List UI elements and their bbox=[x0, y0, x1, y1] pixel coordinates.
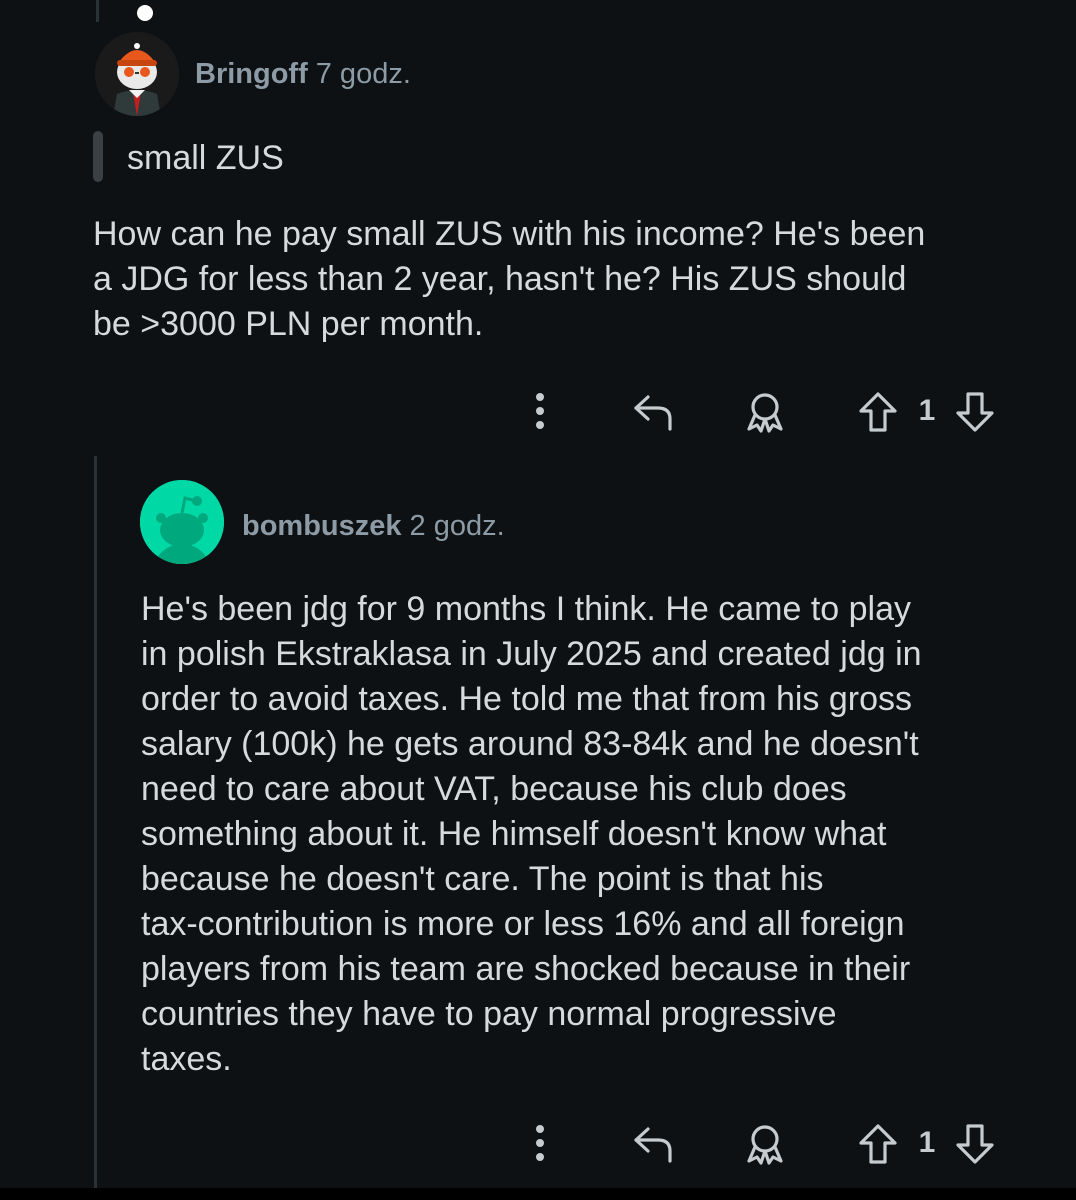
more-options-icon[interactable] bbox=[522, 1122, 558, 1164]
more-options-icon[interactable] bbox=[522, 390, 558, 432]
reply-body-line: need to care about VAT, because his club… bbox=[141, 770, 847, 808]
reply-body-line: salary (100k) he gets around 83-84k and … bbox=[141, 725, 919, 763]
reply-meta: bombuszek 2 godz. bbox=[242, 508, 505, 544]
timestamp: 7 godz. bbox=[315, 58, 411, 90]
upvote-icon[interactable] bbox=[855, 390, 901, 434]
comment-body-line: a JDG for less than 2 year, hasn't he? H… bbox=[93, 260, 907, 298]
thread-line[interactable] bbox=[94, 456, 97, 1200]
comment-body-line: How can he pay small ZUS with his income… bbox=[93, 215, 926, 253]
award-icon[interactable] bbox=[742, 1122, 788, 1166]
reply-body-line: tax-contribution is more or less 16% and… bbox=[141, 905, 905, 943]
comment-meta: Bringoff 7 godz. bbox=[195, 56, 411, 92]
vote-score: 1 bbox=[918, 394, 936, 427]
vote-score: 1 bbox=[918, 1126, 936, 1159]
reply-body-line: because he doesn't care. The point is th… bbox=[141, 860, 824, 898]
downvote-icon[interactable] bbox=[952, 390, 998, 434]
quote-bar bbox=[93, 131, 103, 182]
downvote-icon[interactable] bbox=[952, 1122, 998, 1166]
timestamp: 2 godz. bbox=[409, 510, 505, 542]
reply-body-line: countries they have to pay normal progre… bbox=[141, 995, 837, 1033]
quoted-text: small ZUS bbox=[127, 139, 284, 177]
username[interactable]: Bringoff bbox=[195, 58, 308, 90]
thread-line-top bbox=[96, 0, 99, 22]
comment-body-line: be >3000 PLN per month. bbox=[93, 305, 484, 343]
upvote-icon[interactable] bbox=[855, 1122, 901, 1166]
reply-icon[interactable] bbox=[630, 390, 676, 432]
reply-body-line: taxes. bbox=[141, 1040, 232, 1078]
user-avatar-bombuszek[interactable] bbox=[140, 480, 224, 564]
reply-body-line: players from his team are shocked becaus… bbox=[141, 950, 911, 988]
reply-body-line: order to avoid taxes. He told me that fr… bbox=[141, 680, 913, 718]
reply-body-line: in polish Ekstraklasa in July 2025 and c… bbox=[141, 635, 922, 673]
bottom-edge bbox=[0, 1188, 1076, 1200]
online-indicator-dot bbox=[137, 5, 153, 21]
reply-body: He's been jdg for 9 months I think. He c… bbox=[141, 587, 922, 1082]
username[interactable]: bombuszek bbox=[242, 510, 402, 542]
reply-icon[interactable] bbox=[630, 1122, 676, 1164]
reply-body-line: He's been jdg for 9 months I think. He c… bbox=[141, 590, 911, 628]
award-icon[interactable] bbox=[742, 390, 788, 434]
user-avatar-bringoff[interactable] bbox=[95, 32, 179, 116]
reply-body-line: something about it. He himself doesn't k… bbox=[141, 815, 887, 853]
comment-body: How can he pay small ZUS with his income… bbox=[93, 212, 925, 347]
